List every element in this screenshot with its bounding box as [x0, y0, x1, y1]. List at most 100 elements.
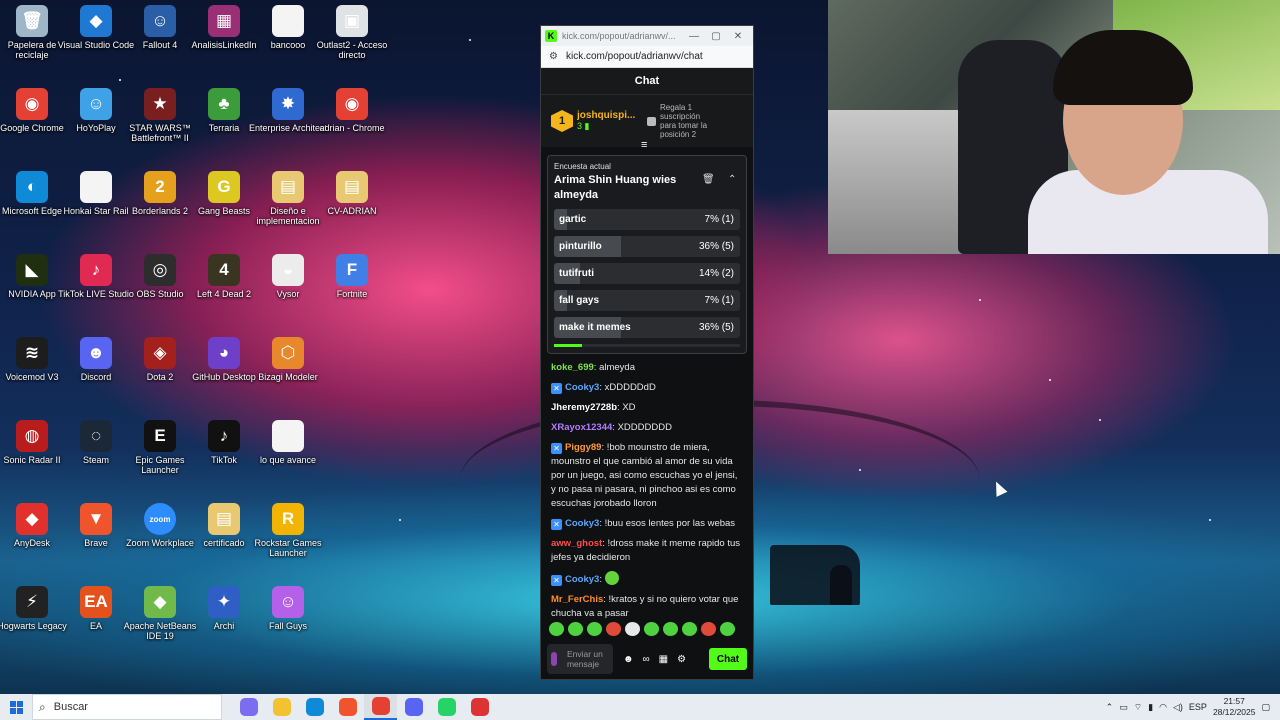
chevron-up-icon[interactable]: ⌃ [728, 174, 736, 185]
taskbar-search[interactable]: ⌕ Buscar [32, 694, 222, 720]
start-button[interactable] [0, 694, 32, 720]
emote-icon[interactable] [644, 622, 659, 636]
emote-icon[interactable] [663, 622, 678, 636]
emote-icon[interactable] [720, 622, 735, 636]
app-icon: ◕ [208, 337, 240, 369]
chevron-up-icon[interactable]: ⌃ [1106, 702, 1114, 713]
emote-icon[interactable] [549, 622, 564, 636]
pinned-username[interactable]: joshquispi... [577, 110, 637, 121]
emote-icon[interactable] [682, 622, 697, 636]
site-settings-icon[interactable]: ⚙ [549, 51, 558, 62]
taskbar-kick-app-icon[interactable] [463, 694, 496, 720]
chat-username[interactable]: Jheremy2728b [551, 402, 617, 413]
settings-icon[interactable]: ⚙ [677, 654, 686, 665]
desktop-icon[interactable]: ◉ adrian - Chrome [312, 88, 392, 133]
taskbar-file-explorer-icon[interactable] [265, 694, 298, 720]
wallpaper-pianist [830, 565, 852, 605]
desktop-icon-label: Rockstar Games Launcher [254, 538, 322, 558]
store-icon[interactable]: ▦ [659, 654, 668, 665]
message-input[interactable]: Enviar un mensaje [547, 644, 613, 674]
filter-icon[interactable]: ≡ [641, 139, 647, 151]
chat-username[interactable]: Piggy89 [565, 442, 601, 453]
browser-popup-window: K kick.com/popout/adrianwv/... — ▢ ✕ ⚙ k… [540, 25, 754, 680]
windows-logo-icon [9, 700, 23, 714]
chat-username[interactable]: Cooky3 [565, 518, 599, 529]
send-chat-button[interactable]: Chat [709, 648, 747, 670]
volume-icon[interactable]: ◁) [1173, 702, 1183, 713]
app-icon: ⬡ [272, 337, 304, 369]
chat-header: Chat [541, 68, 753, 95]
desktop-icon[interactable]: F Fortnite [312, 254, 392, 299]
search-placeholder: Buscar [53, 701, 88, 713]
whatsapp-icon [437, 698, 456, 716]
network-icon[interactable]: ⌔ [1134, 702, 1142, 713]
chat-message: aww_ghost: !dross make it meme rapido tu… [551, 537, 743, 565]
language-indicator[interactable]: ESP [1189, 702, 1207, 712]
desktop-icon-label: Bizagi Modeler [258, 372, 318, 382]
taskbar-brave-icon[interactable] [331, 694, 364, 720]
battery-icon[interactable]: ▭ [1119, 702, 1128, 713]
gift-icon [647, 116, 656, 126]
desktop-icon[interactable]: ⬡ Bizagi Modeler [248, 337, 328, 382]
infinity-icon[interactable]: ∞ [643, 654, 650, 665]
discord-icon [404, 698, 423, 716]
address-bar[interactable]: ⚙ kick.com/popout/adrianwv/chat [541, 46, 753, 68]
poll-option[interactable]: fall gays 7% (1) [554, 290, 740, 311]
taskbar-whatsapp-icon[interactable] [430, 694, 463, 720]
emote-icon[interactable] [625, 622, 640, 636]
emote-icon[interactable] [606, 622, 621, 636]
emote-icon[interactable] [701, 622, 716, 636]
gift-sub-prompt[interactable]: Regala 1 suscripción para tomar la posic… [647, 103, 707, 139]
taskbar-edge-icon[interactable] [298, 694, 331, 720]
desktop-icon-label: Fortnite [336, 289, 368, 299]
desktop-icon[interactable]: ▣ Outlast2 - Acceso directo [312, 5, 392, 60]
app-icon: ★ [144, 88, 176, 120]
desktop-icon[interactable]: R Rockstar Games Launcher [248, 503, 328, 558]
close-button[interactable]: ✕ [727, 31, 749, 42]
chat-message: ✕ Cooky3: xDDDDDdD [551, 381, 743, 395]
app-icon [80, 171, 112, 203]
chat-username[interactable]: XRayox12344 [551, 422, 612, 433]
app-icon: zoom [144, 503, 176, 535]
chat-message: ✕ Cooky3: [551, 571, 743, 587]
app-icon: ▤ [208, 503, 240, 535]
taskbar-chrome-icon[interactable] [364, 694, 397, 720]
poll-option[interactable]: tutifruti 14% (2) [554, 263, 740, 284]
mic-tray-icon[interactable]: ▮ [1148, 702, 1153, 713]
desktop-icon[interactable]: lo que avance [248, 420, 328, 465]
wifi-icon[interactable]: ◠ [1159, 702, 1167, 713]
mouse-cursor-icon [990, 479, 1008, 497]
chat-username[interactable]: Cooky3 [565, 574, 599, 585]
desktop-icon[interactable]: ▤ CV-ADRIAN [312, 171, 392, 216]
minimize-button[interactable]: — [683, 31, 705, 42]
poll-option-name: tutifruti [559, 268, 594, 279]
app-icon: ☺ [144, 5, 176, 37]
kick-app-icon [470, 698, 489, 716]
chat-username[interactable]: Mr_FerChis [551, 594, 603, 605]
poll-option[interactable]: pinturillo 36% (5) [554, 236, 740, 257]
emote-icon[interactable] [568, 622, 583, 636]
maximize-button[interactable]: ▢ [705, 31, 727, 42]
emote-icon[interactable] [587, 622, 602, 636]
chat-username[interactable]: koke_699 [551, 362, 594, 373]
notifications-icon[interactable]: ▢ [1261, 702, 1270, 713]
chat-username[interactable]: Cooky3 [565, 382, 599, 393]
poll-option-name: gartic [559, 214, 587, 225]
taskbar-discord-icon[interactable] [397, 694, 430, 720]
app-icon: R [272, 503, 304, 535]
mic-icon[interactable] [551, 652, 557, 666]
poll-option[interactable]: make it memes 36% (5) [554, 317, 740, 338]
app-icon: ◆ [80, 5, 112, 37]
poll-option[interactable]: gartic 7% (1) [554, 209, 740, 230]
trash-icon[interactable]: 🗑 [702, 174, 715, 185]
desktop-icon[interactable]: ☺ Fall Guys [248, 586, 328, 631]
app-icon: ▼ [80, 503, 112, 535]
poll-card: Encuesta actual Arima Shin Huang wies al… [547, 155, 747, 354]
chat-composer: Enviar un mensaje ☻ ∞ ▦ ⚙ Chat [541, 639, 753, 679]
clock[interactable]: 21:57 28/12/2025 [1213, 696, 1256, 718]
chat-username[interactable]: aww_ghost [551, 538, 602, 549]
taskbar-copilot-icon[interactable] [232, 694, 265, 720]
pinned-gifter: 1 joshquispi... 3 ▮ Regala 1 suscripción… [541, 95, 753, 151]
chat-message-text: xDDDDDdD [604, 382, 656, 393]
emote-picker-icon[interactable]: ☻ [623, 654, 634, 665]
